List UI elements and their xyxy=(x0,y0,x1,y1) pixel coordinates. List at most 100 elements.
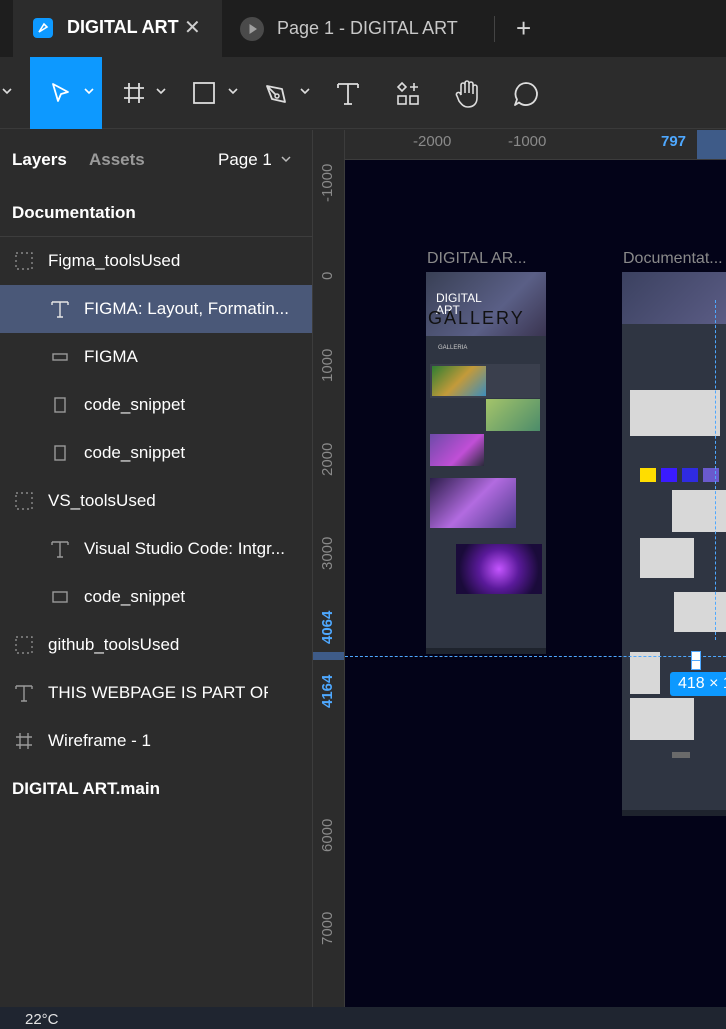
layer-row[interactable]: VS_toolsUsed xyxy=(0,477,312,525)
layer-label: github_toolsUsed xyxy=(48,635,180,654)
group-dotted-icon xyxy=(15,636,33,654)
tab-page-1[interactable]: Page 1 - DIGITAL ART xyxy=(222,0,494,57)
layer-row-selected[interactable]: FIGMA: Layout, Formatin... xyxy=(0,285,312,333)
frame-label[interactable]: DIGITAL AR... xyxy=(427,250,527,268)
figma-file-icon xyxy=(33,18,53,38)
text-t-icon xyxy=(337,83,359,105)
ruler-tick-label: -1000 xyxy=(508,133,547,150)
tab-title: DIGITAL ART xyxy=(67,17,179,37)
move-tool-button[interactable] xyxy=(30,57,102,129)
vertical-ruler: -1000 0 1000 2000 3000 4064 4164 6000 70… xyxy=(313,130,345,1007)
section-title: Documentation xyxy=(12,203,136,222)
design-canvas[interactable]: DIGITAL AR... DIGITAL ART GALLERY GALLER… xyxy=(345,160,726,1007)
tab-bar: DIGITAL ART ✕ Page 1 - DIGITAL ART + xyxy=(0,0,726,57)
thumbnail-image xyxy=(432,366,486,396)
size-badge: 418 × 1 xyxy=(670,672,726,696)
main-menu-button[interactable] xyxy=(0,57,22,129)
tab-layers[interactable]: Layers xyxy=(12,150,67,170)
selection-handle[interactable] xyxy=(691,660,701,670)
close-tab-icon[interactable]: ✕ xyxy=(184,15,201,40)
frame-label[interactable]: Documentat... xyxy=(623,250,723,268)
ruler-tick-label: 6000 xyxy=(319,818,336,852)
page-selector-label: Page 1 xyxy=(218,150,272,169)
new-tab-button[interactable]: + xyxy=(516,13,531,44)
placeholder-box xyxy=(674,592,726,632)
frame-icon xyxy=(54,445,66,461)
thumbnail-image xyxy=(486,399,540,431)
text-t-icon xyxy=(51,301,69,318)
frame-icon xyxy=(54,397,66,413)
os-taskbar: 22°C xyxy=(0,1007,726,1029)
palette-swatch-yellow xyxy=(640,468,656,482)
layer-row[interactable]: Figma_toolsUsed xyxy=(0,237,312,285)
placeholder-box xyxy=(630,698,694,740)
tab-divider xyxy=(494,16,495,42)
layer-row[interactable]: Visual Studio Code: Intgr... xyxy=(0,525,312,573)
rectangle-icon xyxy=(52,591,68,603)
weather-temperature[interactable]: 22°C xyxy=(25,1011,59,1028)
layer-label: code_snippet xyxy=(84,395,186,414)
ruler-tick-label: 0 xyxy=(319,271,336,280)
frame-footer xyxy=(426,648,546,654)
resources-tool-button[interactable] xyxy=(388,57,434,129)
hero-image xyxy=(622,272,726,324)
layer-row[interactable]: Wireframe - 1 xyxy=(0,717,312,765)
layer-row[interactable]: FIGMA xyxy=(0,333,312,381)
frame-footer xyxy=(622,810,726,816)
tab-digital-art[interactable]: DIGITAL ART ✕ xyxy=(13,0,222,57)
layer-label: Visual Studio Code: Intgr... xyxy=(84,539,285,558)
layer-label: FIGMA xyxy=(84,347,138,366)
group-dotted-icon xyxy=(15,492,33,510)
layer-row[interactable]: code_snippet xyxy=(0,573,312,621)
resources-icon xyxy=(396,81,419,105)
layer-row[interactable]: THIS WEBPAGE IS PART OF S... xyxy=(0,669,312,717)
frame-banner: GALLERY xyxy=(428,308,525,328)
layer-label: VS_toolsUsed xyxy=(48,491,156,510)
ruler-selection-band xyxy=(313,652,344,660)
measure-guide xyxy=(715,300,716,640)
ruler-selection-label: 797 xyxy=(661,133,687,150)
chevron-down-icon xyxy=(228,88,238,95)
layer-row[interactable]: github_toolsUsed xyxy=(0,621,312,669)
frame-hash-icon xyxy=(124,83,144,103)
pen-tool-button[interactable] xyxy=(254,57,316,129)
page-item-label: DIGITAL ART.main xyxy=(12,779,160,798)
thumbnail-image xyxy=(430,434,484,466)
frame-documentation[interactable] xyxy=(622,272,726,816)
placeholder-box xyxy=(630,390,720,436)
pen-icon xyxy=(266,85,286,103)
frame-hash-icon xyxy=(16,733,32,749)
rectangle-icon xyxy=(52,353,68,361)
layer-label: Wireframe - 1 xyxy=(48,731,151,750)
comment-bubble-icon xyxy=(514,82,538,106)
ruler-selection-label: 4164 xyxy=(319,674,336,708)
chevron-down-icon xyxy=(2,88,12,95)
ruler-tick-label: 7000 xyxy=(319,911,336,945)
tab-title: Page 1 - DIGITAL ART xyxy=(277,18,458,38)
page-selector[interactable]: Page 1 xyxy=(218,150,291,170)
thumbnail-image xyxy=(430,478,516,528)
ruler-tick-label: 3000 xyxy=(319,536,336,570)
hand-tool-button[interactable] xyxy=(448,57,494,129)
text-tool-button[interactable] xyxy=(326,57,372,129)
horizontal-ruler: -2000 -1000 797 xyxy=(345,130,726,160)
tab-assets[interactable]: Assets xyxy=(89,150,145,170)
ruler-selection-label: 4064 xyxy=(319,610,336,644)
layer-row[interactable]: code_snippet xyxy=(0,429,312,477)
palette-swatch-indigo xyxy=(682,468,698,482)
layer-label: THIS WEBPAGE IS PART OF S... xyxy=(48,683,268,702)
chevron-down-icon xyxy=(281,156,291,163)
comment-tool-button[interactable] xyxy=(508,57,554,129)
chevron-down-icon xyxy=(300,88,310,95)
page-item-main[interactable]: DIGITAL ART.main xyxy=(0,765,312,813)
frame-tool-button[interactable] xyxy=(112,57,174,129)
thumbnail-image xyxy=(456,544,542,594)
ruler-tick-label: -1000 xyxy=(319,163,336,202)
layer-row[interactable]: code_snippet xyxy=(0,381,312,429)
layer-label: code_snippet xyxy=(84,443,186,462)
frame-digital-art[interactable]: DIGITAL ART GALLERY GALLERIA xyxy=(426,272,546,654)
shape-tool-button[interactable] xyxy=(182,57,244,129)
text-t-icon xyxy=(15,685,33,702)
hand-icon xyxy=(455,80,478,108)
placeholder-box xyxy=(640,538,694,578)
